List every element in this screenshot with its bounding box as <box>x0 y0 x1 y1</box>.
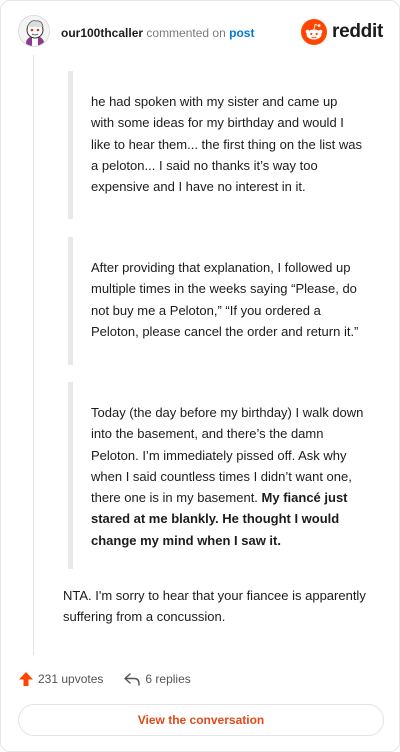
post-link[interactable]: post <box>229 26 254 40</box>
blockquote: he had spoken with my sister and came up… <box>68 71 368 219</box>
upvote-button[interactable]: 231 upvotes <box>18 671 103 687</box>
snoo-avatar-icon <box>19 16 49 46</box>
blockquote: Today (the day before my birthday) I wal… <box>68 382 368 569</box>
replies-button[interactable]: 6 replies <box>123 671 191 687</box>
comment-header: our100thcaller commented on post reddit <box>18 15 383 51</box>
upvote-count: 231 upvotes <box>38 672 104 686</box>
thread-line[interactable] <box>33 55 34 655</box>
replies-count: 6 replies <box>145 672 191 686</box>
action-text: commented on <box>146 26 226 40</box>
quote-text: After providing that explanation, I foll… <box>91 260 359 339</box>
user-avatar[interactable] <box>18 15 50 47</box>
reddit-wordmark: reddit <box>332 21 383 42</box>
reply-text: NTA. I'm sorry to hear that your fiancee… <box>63 588 366 625</box>
quote-text: he had spoken with my sister and came up… <box>91 94 362 195</box>
reddit-logo[interactable]: reddit <box>301 18 383 46</box>
reply-arrow-icon <box>124 673 141 686</box>
upvote-arrow-icon <box>19 672 33 686</box>
username[interactable]: our100thcaller <box>61 26 143 40</box>
comment-actions: 231 upvotes 6 replies <box>18 669 191 689</box>
blockquote: After providing that explanation, I foll… <box>68 237 368 365</box>
embedded-comment-card: our100thcaller commented on post reddit … <box>0 0 400 752</box>
reddit-snoo-icon <box>301 19 328 45</box>
comment-meta: our100thcaller commented on post <box>61 26 254 40</box>
view-conversation-button[interactable]: View the conversation <box>18 704 384 736</box>
